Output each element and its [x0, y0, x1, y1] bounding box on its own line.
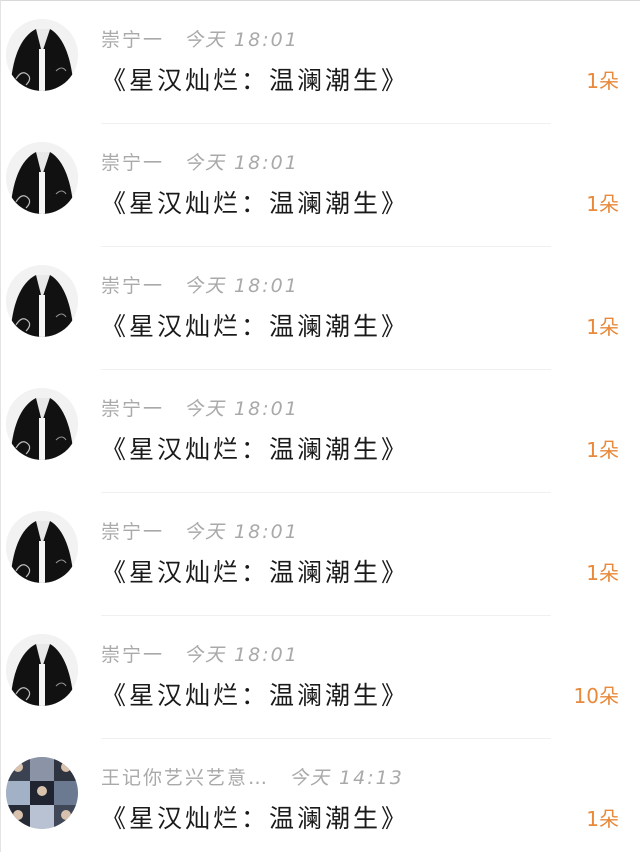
avatar[interactable]	[6, 142, 78, 214]
flower-count: 1朵	[586, 69, 619, 93]
send-time: 今天 18:01	[184, 398, 299, 420]
send-time: 今天 18:01	[184, 152, 299, 174]
black-robe-figure-icon	[6, 142, 78, 214]
photo-grid-icon	[6, 757, 78, 829]
send-time: 今天 18:01	[184, 275, 299, 297]
sender-meta: 崇宁一 今天 18:01	[101, 517, 299, 544]
list-item[interactable]: 崇宁一 今天 18:01 《星汉灿烂：温澜潮生》 1朵	[1, 493, 640, 616]
black-robe-figure-icon	[6, 265, 78, 337]
sender-meta: 崇宁一 今天 18:01	[101, 148, 299, 175]
drama-title: 《星汉灿烂：温澜潮生》	[101, 312, 410, 341]
send-time: 今天 18:01	[184, 644, 299, 666]
sender-name[interactable]: 崇宁一	[101, 29, 164, 51]
flower-count: 10朵	[573, 684, 619, 708]
sender-name[interactable]: 崇宁一	[101, 398, 164, 420]
black-robe-figure-icon	[6, 634, 78, 706]
flower-count: 1朵	[586, 561, 619, 585]
sender-name[interactable]: 崇宁一	[101, 521, 164, 543]
sender-meta: 崇宁一 今天 18:01	[101, 271, 299, 298]
avatar[interactable]	[6, 19, 78, 91]
drama-title: 《星汉灿烂：温澜潮生》	[101, 681, 410, 710]
list-item[interactable]: 崇宁一 今天 18:01 《星汉灿烂：温澜潮生》 1朵	[1, 370, 640, 493]
avatar[interactable]	[6, 757, 78, 829]
send-time: 今天 14:13	[289, 767, 404, 789]
sender-name[interactable]: 崇宁一	[101, 152, 164, 174]
gift-record-list: 崇宁一 今天 18:01 《星汉灿烂：温澜潮生》 1朵 崇宁一 今天 18:01 《…	[0, 0, 640, 852]
flower-count: 1朵	[586, 192, 619, 216]
send-time: 今天 18:01	[184, 521, 299, 543]
drama-title: 《星汉灿烂：温澜潮生》	[101, 66, 410, 95]
drama-title: 《星汉灿烂：温澜潮生》	[101, 558, 410, 587]
sender-meta: 崇宁一 今天 18:01	[101, 394, 299, 421]
avatar[interactable]	[6, 634, 78, 706]
flower-count: 1朵	[586, 807, 619, 831]
black-robe-figure-icon	[6, 388, 78, 460]
avatar[interactable]	[6, 265, 78, 337]
list-item[interactable]: 崇宁一 今天 18:01 《星汉灿烂：温澜潮生》 1朵	[1, 247, 640, 370]
drama-title: 《星汉灿烂：温澜潮生》	[101, 804, 410, 833]
black-robe-figure-icon	[6, 511, 78, 583]
drama-title: 《星汉灿烂：温澜潮生》	[101, 189, 410, 218]
flower-count: 1朵	[586, 438, 619, 462]
avatar[interactable]	[6, 388, 78, 460]
sender-name[interactable]: 王记你艺兴艺意…	[101, 767, 269, 789]
sender-name[interactable]: 崇宁一	[101, 644, 164, 666]
list-item[interactable]: 崇宁一 今天 18:01 《星汉灿烂：温澜潮生》 10朵	[1, 616, 640, 739]
avatar[interactable]	[6, 511, 78, 583]
sender-meta: 王记你艺兴艺意… 今天 14:13	[101, 763, 404, 790]
list-item[interactable]: 王记你艺兴艺意… 今天 14:13 《星汉灿烂：温澜潮生》 1朵	[1, 739, 640, 852]
list-item[interactable]: 崇宁一 今天 18:01 《星汉灿烂：温澜潮生》 1朵	[1, 124, 640, 247]
list-item[interactable]: 崇宁一 今天 18:01 《星汉灿烂：温澜潮生》 1朵	[1, 1, 640, 124]
sender-meta: 崇宁一 今天 18:01	[101, 640, 299, 667]
sender-name[interactable]: 崇宁一	[101, 275, 164, 297]
flower-count: 1朵	[586, 315, 619, 339]
drama-title: 《星汉灿烂：温澜潮生》	[101, 435, 410, 464]
send-time: 今天 18:01	[184, 29, 299, 51]
sender-meta: 崇宁一 今天 18:01	[101, 25, 299, 52]
black-robe-figure-icon	[6, 19, 78, 91]
